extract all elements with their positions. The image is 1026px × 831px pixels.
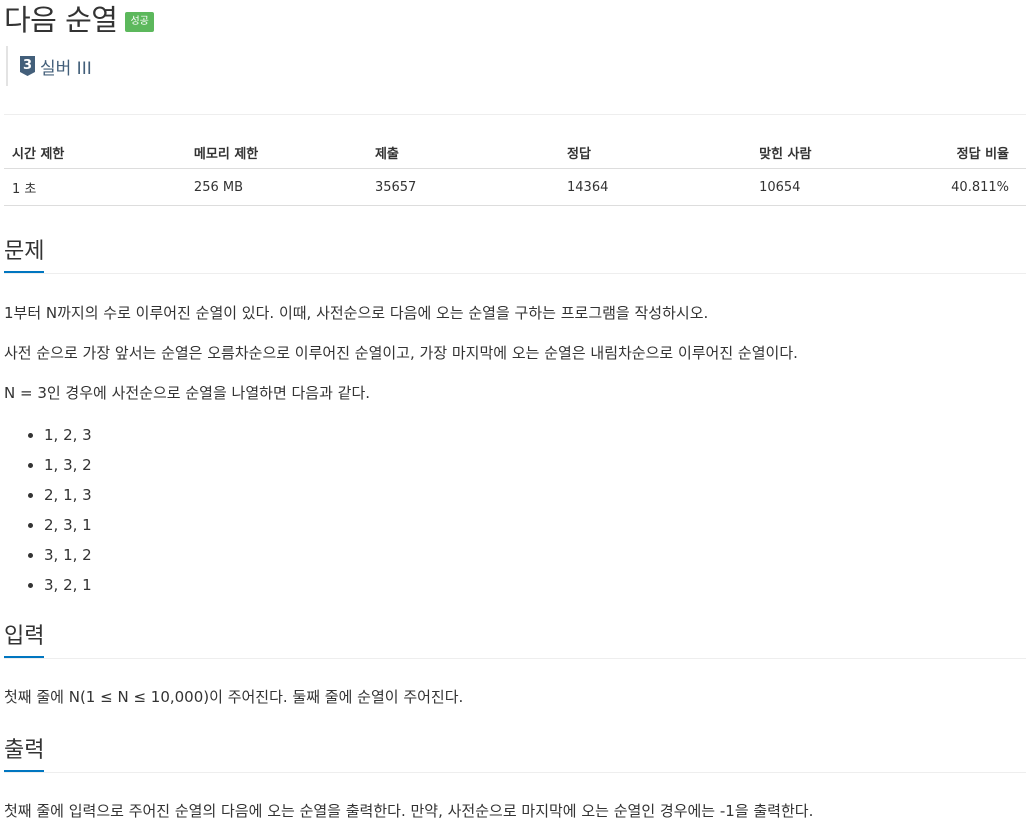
output-section-title: 출력: [4, 732, 45, 772]
list-item: 1, 3, 2: [44, 450, 92, 480]
value-time-limit: 1 초: [4, 168, 186, 206]
problem-description-3: N = 3인 경우에 사전순으로 순열을 나열하면 다음과 같다.: [4, 384, 371, 402]
divider: [4, 114, 1026, 115]
problem-section-title: 문제: [4, 233, 45, 273]
header-solved-users: 맞힌 사람: [751, 136, 944, 169]
list-item: 3, 1, 2: [44, 540, 92, 570]
page-title: 다음 순열: [4, 3, 118, 37]
title-row: 다음 순열 성공: [4, 0, 154, 40]
tier-label[interactable]: 실버 III: [40, 54, 92, 79]
problem-info-table: 시간 제한 메모리 제한 제출 정답 맞힌 사람 정답 비율 1 초 256 M…: [4, 136, 1026, 206]
tier-shield-icon: 3: [20, 56, 35, 76]
header-accept-ratio: 정답 비율: [943, 136, 1026, 169]
input-section-header: 입력: [4, 618, 1026, 659]
problem-description-2: 사전 순으로 가장 앞서는 순열은 오름차순으로 이루어진 순열이고, 가장 마…: [4, 344, 798, 362]
value-accepted[interactable]: 14364: [559, 168, 752, 206]
status-badge: 성공: [125, 12, 154, 32]
permutation-list: 1, 2, 3 1, 3, 2 2, 1, 3 2, 3, 1 3, 1, 2 …: [4, 420, 92, 600]
problem-description-1: 1부터 N까지의 수로 이루어진 순열이 있다. 이때, 사전순으로 다음에 오…: [4, 304, 709, 322]
input-description: 첫째 줄에 N(1 ≤ N ≤ 10,000)이 주어진다. 둘째 줄에 순열이…: [4, 688, 464, 706]
value-memory-limit: 256 MB: [185, 168, 367, 206]
problem-section-header: 문제: [4, 233, 1026, 274]
list-item: 1, 2, 3: [44, 420, 92, 450]
value-accept-ratio: 40.811%: [943, 168, 1026, 206]
value-submissions[interactable]: 35657: [366, 168, 559, 206]
header-memory-limit: 메모리 제한: [185, 136, 367, 169]
header-accepted: 정답: [559, 136, 752, 169]
input-section-title: 입력: [4, 618, 45, 658]
list-item: 2, 3, 1: [44, 510, 92, 540]
table-row: 1 초 256 MB 35657 14364 10654 40.811%: [4, 168, 1026, 206]
list-item: 3, 2, 1: [44, 570, 92, 600]
list-item: 2, 1, 3: [44, 480, 92, 510]
output-section-header: 출력: [4, 732, 1026, 773]
output-description: 첫째 줄에 입력으로 주어진 순열의 다음에 오는 순열을 출력한다. 만약, …: [4, 802, 814, 820]
table-header-row: 시간 제한 메모리 제한 제출 정답 맞힌 사람 정답 비율: [4, 136, 1026, 169]
value-solved-users[interactable]: 10654: [751, 168, 944, 206]
header-time-limit: 시간 제한: [4, 136, 186, 169]
tier-row[interactable]: 3 실버 III: [6, 46, 92, 86]
header-submissions: 제출: [366, 136, 559, 169]
